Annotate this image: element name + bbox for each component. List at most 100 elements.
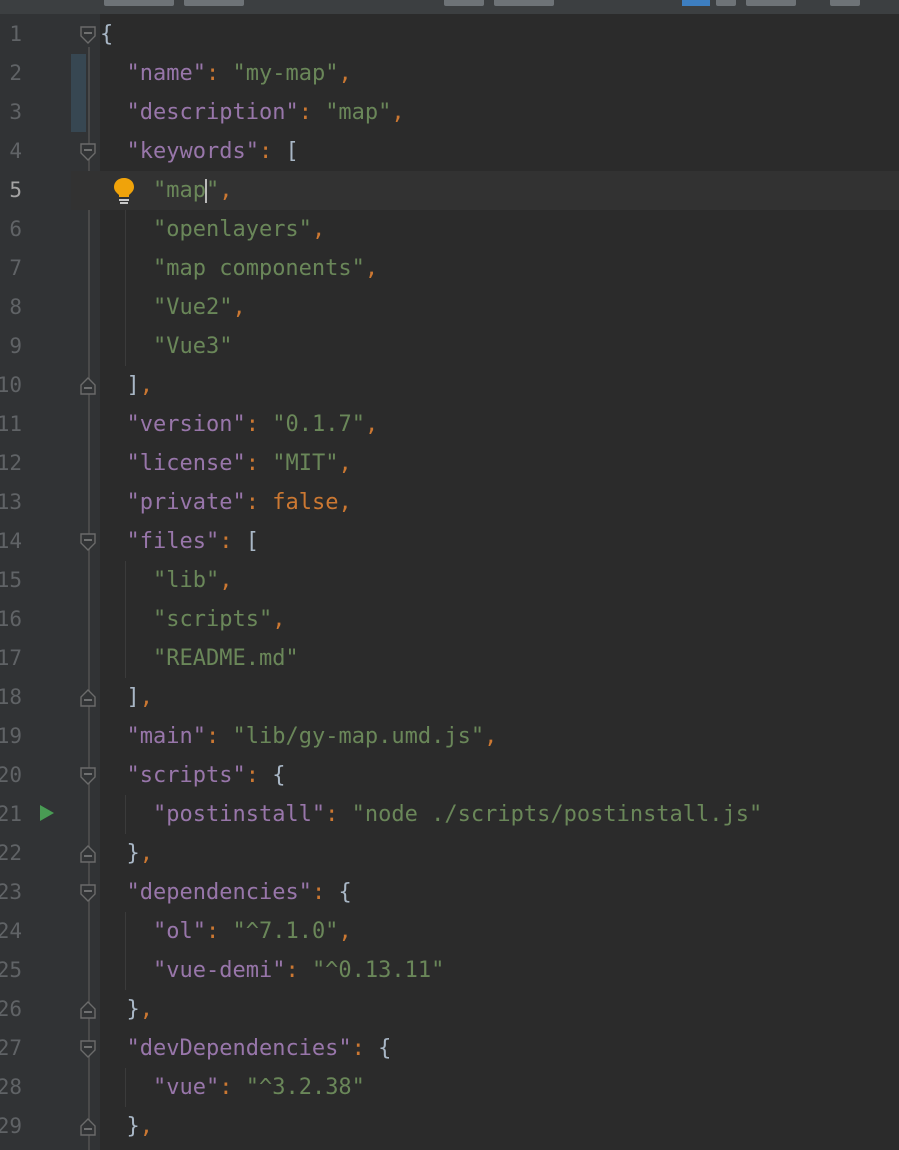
tab-fragment[interactable] bbox=[494, 0, 554, 6]
fold-close-icon[interactable] bbox=[79, 1000, 97, 1020]
line-number: 6 bbox=[9, 217, 22, 241]
code-text[interactable]: "vue": "^3.2.38" bbox=[100, 1068, 365, 1107]
line-number: 23 bbox=[0, 880, 22, 904]
fold-open-icon[interactable] bbox=[79, 25, 97, 45]
line-number: 3 bbox=[9, 100, 22, 124]
code-line[interactable]: 25 "vue-demi": "^0.13.11" bbox=[0, 951, 899, 990]
code-text[interactable]: }, bbox=[100, 1107, 154, 1146]
code-line[interactable]: 13 "private": false, bbox=[0, 483, 899, 522]
fold-open-icon[interactable] bbox=[79, 532, 97, 552]
tab-fragment[interactable] bbox=[716, 0, 736, 6]
code-line[interactable]: 18 ], bbox=[0, 678, 899, 717]
code-text[interactable]: "scripts": { bbox=[100, 756, 286, 795]
code-line[interactable]: 1 { bbox=[0, 15, 899, 54]
line-number: 24 bbox=[0, 919, 22, 943]
code-line[interactable]: 3 "description": "map", bbox=[0, 93, 899, 132]
code-text[interactable]: "keywords": [ bbox=[100, 132, 299, 171]
code-line[interactable]: 7 "map components", bbox=[0, 249, 899, 288]
code-text[interactable]: "lib", bbox=[100, 561, 232, 600]
fold-close-icon[interactable] bbox=[79, 844, 97, 864]
code-line[interactable]: 17 "README.md" bbox=[0, 639, 899, 678]
code-text[interactable]: }, bbox=[100, 834, 154, 873]
code-line[interactable]: 21 "postinstall": "node ./scripts/postin… bbox=[0, 795, 899, 834]
code-line[interactable]: 12 "license": "MIT", bbox=[0, 444, 899, 483]
line-number: 27 bbox=[0, 1036, 22, 1060]
code-line[interactable]: 6 "openlayers", bbox=[0, 210, 899, 249]
file-tab-icon[interactable] bbox=[682, 0, 710, 6]
code-text[interactable]: "map components", bbox=[100, 249, 378, 288]
line-number: 17 bbox=[0, 646, 22, 670]
code-line[interactable]: 16 "scripts", bbox=[0, 600, 899, 639]
tab-fragment[interactable] bbox=[746, 0, 796, 6]
fold-close-icon[interactable] bbox=[79, 1117, 97, 1137]
run-triangle-icon[interactable] bbox=[39, 804, 55, 822]
code-text[interactable]: "description": "map", bbox=[100, 93, 405, 132]
tab-fragment[interactable] bbox=[104, 0, 174, 6]
code-text[interactable]: "Vue3" bbox=[100, 327, 232, 366]
line-number: 9 bbox=[9, 334, 22, 358]
code-text[interactable]: "devDependencies": { bbox=[100, 1029, 392, 1068]
code-text[interactable]: "scripts", bbox=[100, 600, 285, 639]
code-line[interactable]: 4 "keywords": [ bbox=[0, 132, 899, 171]
code-text[interactable]: "vue-demi": "^0.13.11" bbox=[100, 951, 444, 990]
code-text[interactable]: "private": false, bbox=[100, 483, 352, 522]
code-line[interactable]: 9 "Vue3" bbox=[0, 327, 899, 366]
tab-fragment[interactable] bbox=[444, 0, 484, 6]
line-number: 19 bbox=[0, 724, 22, 748]
code-line[interactable]: 10 ], bbox=[0, 366, 899, 405]
code-text[interactable]: ], bbox=[100, 366, 154, 405]
code-line[interactable]: 20 "scripts": { bbox=[0, 756, 899, 795]
code-text[interactable]: "license": "MIT", bbox=[100, 444, 352, 483]
fold-close-icon[interactable] bbox=[79, 688, 97, 708]
line-number: 11 bbox=[0, 412, 22, 436]
code-line[interactable]: 14 "files": [ bbox=[0, 522, 899, 561]
line-number: 20 bbox=[0, 763, 22, 787]
code-line[interactable]: 23 "dependencies": { bbox=[0, 873, 899, 912]
code-text[interactable]: "dependencies": { bbox=[100, 873, 352, 912]
code-line[interactable]: 19 "main": "lib/gy-map.umd.js", bbox=[0, 717, 899, 756]
line-number: 26 bbox=[0, 997, 22, 1021]
code-text[interactable]: { bbox=[100, 15, 113, 54]
line-number: 15 bbox=[0, 568, 22, 592]
code-line[interactable]: 29 }, bbox=[0, 1107, 899, 1146]
line-number: 2 bbox=[9, 61, 22, 85]
fold-open-icon[interactable] bbox=[79, 883, 97, 903]
lightbulb-icon[interactable] bbox=[112, 176, 136, 206]
code-text[interactable]: }, bbox=[100, 990, 154, 1029]
code-line[interactable]: 8 "Vue2", bbox=[0, 288, 899, 327]
line-number: 7 bbox=[9, 256, 22, 280]
line-number: 5 bbox=[9, 178, 22, 202]
tab-fragment[interactable] bbox=[830, 0, 860, 6]
code-text[interactable]: "files": [ bbox=[100, 522, 259, 561]
code-text[interactable]: "postinstall": "node ./scripts/postinsta… bbox=[100, 795, 762, 834]
code-text[interactable]: "name": "my-map", bbox=[100, 54, 352, 93]
code-line[interactable]: 22 }, bbox=[0, 834, 899, 873]
code-text[interactable]: "Vue2", bbox=[100, 288, 246, 327]
code-line[interactable]: 28 "vue": "^3.2.38" bbox=[0, 1068, 899, 1107]
fold-open-icon[interactable] bbox=[79, 1039, 97, 1059]
code-line[interactable]: 27 "devDependencies": { bbox=[0, 1029, 899, 1068]
fold-open-icon[interactable] bbox=[79, 766, 97, 786]
code-line[interactable]: 2 "name": "my-map", bbox=[0, 54, 899, 93]
tab-fragment[interactable] bbox=[184, 0, 244, 6]
line-number: 16 bbox=[0, 607, 22, 631]
code-text[interactable]: "README.md" bbox=[100, 639, 299, 678]
line-number: 29 bbox=[0, 1114, 22, 1138]
line-number: 28 bbox=[0, 1075, 22, 1099]
line-number: 13 bbox=[0, 490, 22, 514]
line-number: 4 bbox=[9, 139, 22, 163]
fold-close-icon[interactable] bbox=[79, 376, 97, 396]
code-text[interactable]: "version": "0.1.7", bbox=[100, 405, 379, 444]
code-line[interactable]: 11 "version": "0.1.7", bbox=[0, 405, 899, 444]
line-number: 1 bbox=[9, 22, 22, 46]
code-text[interactable]: ], bbox=[100, 678, 154, 717]
code-line[interactable]: 15 "lib", bbox=[0, 561, 899, 600]
code-line[interactable]: 26 }, bbox=[0, 990, 899, 1029]
line-number: 14 bbox=[0, 529, 22, 553]
fold-open-icon[interactable] bbox=[79, 142, 97, 162]
code-text[interactable]: "main": "lib/gy-map.umd.js", bbox=[100, 717, 498, 756]
line-number: 10 bbox=[0, 373, 22, 397]
code-text[interactable]: "openlayers", bbox=[100, 210, 325, 249]
code-text[interactable]: "ol": "^7.1.0", bbox=[100, 912, 352, 951]
code-line[interactable]: 24 "ol": "^7.1.0", bbox=[0, 912, 899, 951]
